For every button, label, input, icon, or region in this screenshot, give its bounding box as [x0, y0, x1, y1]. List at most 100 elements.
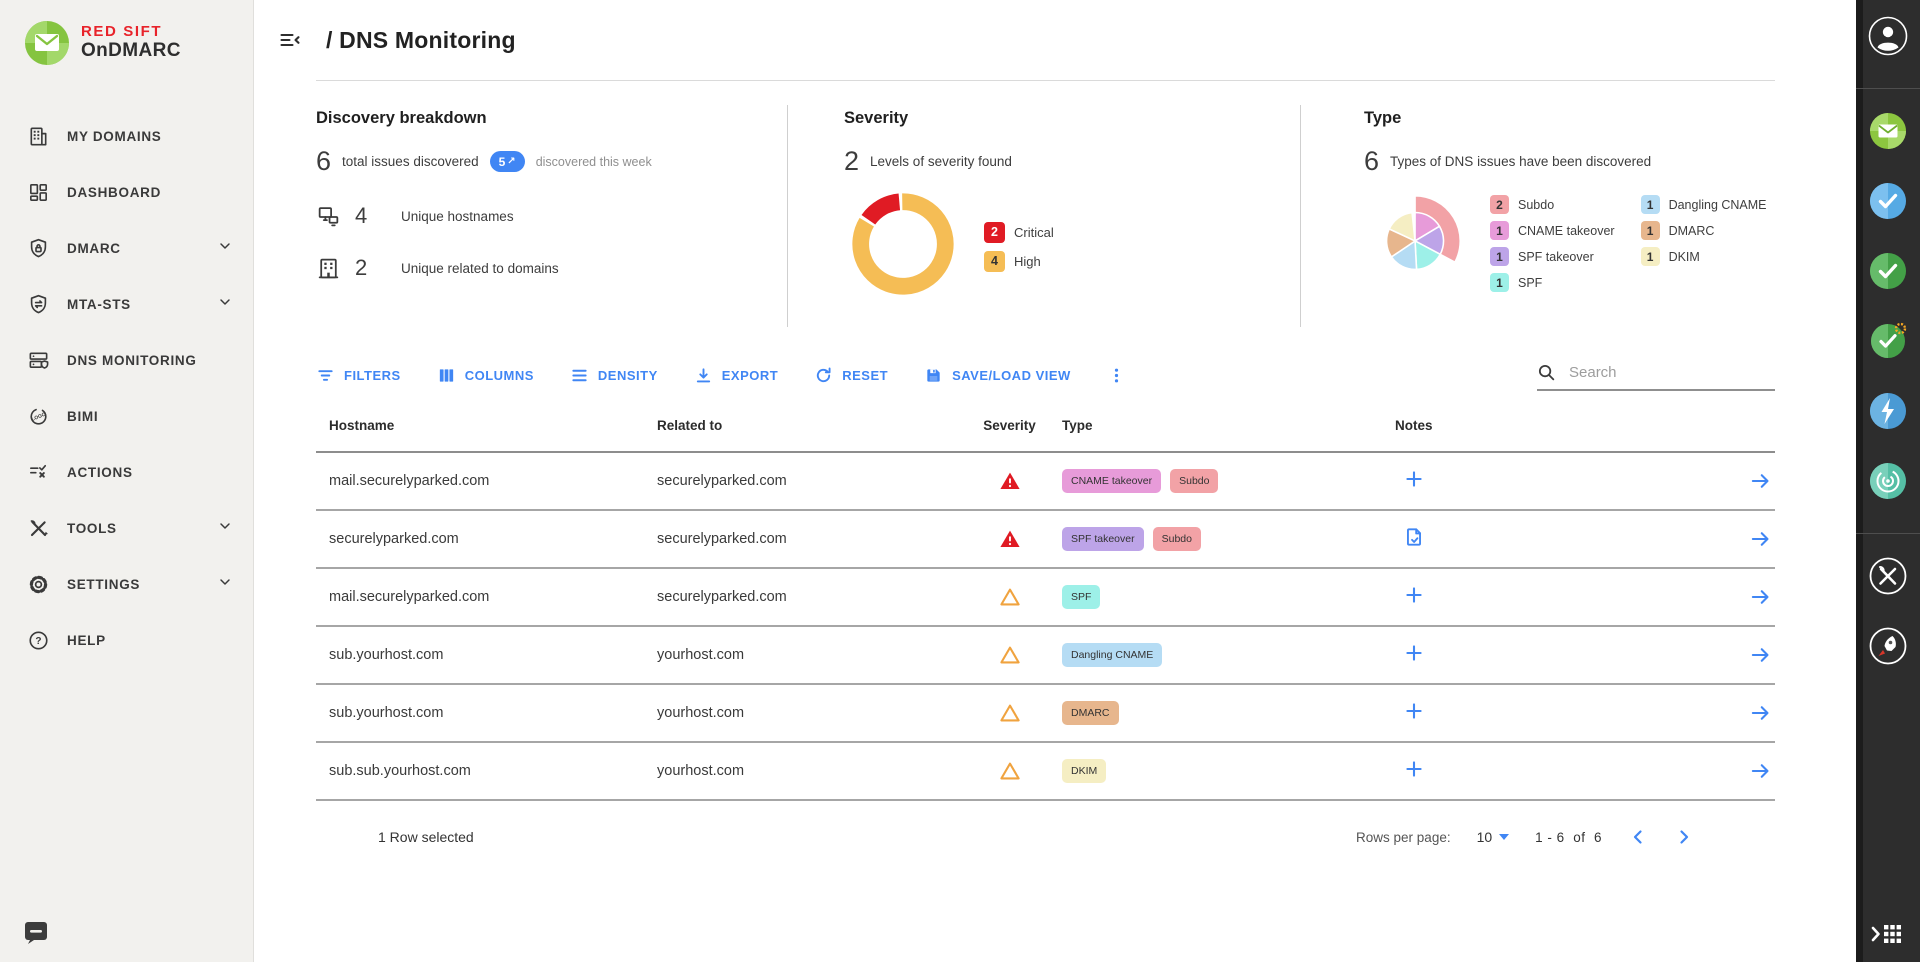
- rows-per-page-select[interactable]: 10: [1477, 829, 1510, 845]
- column-header-type[interactable]: Type: [1062, 418, 1395, 433]
- chevron-down-icon: [1499, 834, 1509, 840]
- table-row[interactable]: mail.securelyparked.comsecurelyparked.co…: [316, 453, 1775, 511]
- table-row[interactable]: securelyparked.comsecurelyparked.comSPF …: [316, 511, 1775, 569]
- sidebar-item-my-domains[interactable]: MY DOMAINS: [0, 108, 253, 164]
- density-button[interactable]: DENSITY: [570, 366, 658, 385]
- collapse-sidebar-icon[interactable]: [278, 28, 302, 52]
- apps-grid-icon[interactable]: [1871, 920, 1905, 948]
- toolbar-button-label: COLUMNS: [465, 368, 534, 383]
- cell-related-to: yourhost.com: [657, 705, 957, 721]
- row-detail-arrow[interactable]: [1749, 470, 1771, 492]
- help-icon: ?: [27, 629, 50, 652]
- type-panel: Type 6 Types of DNS issues have been dis…: [1300, 105, 1775, 327]
- legend-label: High: [1014, 254, 1041, 269]
- app-green-mail-icon[interactable]: [1868, 111, 1908, 151]
- next-page-button[interactable]: [1674, 827, 1694, 847]
- sidebar-item-dns-monitoring[interactable]: DNS MONITORING: [0, 332, 253, 388]
- sidebar-item-label: SETTINGS: [67, 577, 200, 592]
- note-added-button[interactable]: [1403, 526, 1425, 548]
- chat-widget-icon[interactable]: [22, 918, 50, 946]
- row-detail-arrow[interactable]: [1749, 528, 1771, 550]
- type-count: 6: [1364, 146, 1379, 177]
- row-detail-arrow[interactable]: [1749, 586, 1771, 608]
- trend-up-icon: ↗: [507, 156, 515, 167]
- reset-button[interactable]: RESET: [814, 366, 888, 385]
- type-legend-item: 1 CNAME takeover: [1490, 221, 1615, 240]
- export-button[interactable]: EXPORT: [694, 366, 778, 385]
- sidebar-item-label: BIMI: [67, 409, 233, 424]
- filter-icon: [316, 366, 335, 385]
- toolbar-button-label: EXPORT: [722, 368, 778, 383]
- app-blue-flash-icon[interactable]: [1868, 391, 1908, 431]
- more-options-button[interactable]: [1107, 366, 1126, 385]
- density-icon: [570, 366, 589, 385]
- column-header-severity[interactable]: Severity: [957, 418, 1062, 433]
- app-teal-radar-icon[interactable]: [1868, 461, 1908, 501]
- add-note-button[interactable]: [1403, 700, 1425, 722]
- app-tools-circle-icon[interactable]: [1868, 556, 1908, 596]
- add-note-button[interactable]: [1403, 584, 1425, 606]
- app-green-check-gear-icon[interactable]: [1868, 321, 1908, 361]
- dns-monitoring-icon: [27, 349, 50, 372]
- table-row[interactable]: mail.securelyparked.comsecurelyparked.co…: [316, 569, 1775, 627]
- sidebar-item-settings[interactable]: SETTINGS: [0, 556, 253, 612]
- table-row[interactable]: sub.sub.yourhost.comyourhost.comDKIM: [316, 743, 1775, 801]
- previous-page-button[interactable]: [1628, 827, 1648, 847]
- column-header-related-to[interactable]: Related to: [657, 418, 957, 433]
- column-header-hostname[interactable]: Hostname: [316, 418, 657, 433]
- brand-line1: RED SIFT: [81, 24, 181, 41]
- type-legend-item: 1Dangling CNAME: [1641, 195, 1767, 214]
- more-vert-icon: [1107, 366, 1126, 385]
- legend-count-badge: 2: [1490, 195, 1509, 214]
- app-root: RED SIFT OnDMARC MY DOMAINSDASHBOARDDMAR…: [0, 0, 1920, 962]
- add-note-button[interactable]: [1403, 468, 1425, 490]
- dashboard-icon: [27, 181, 50, 204]
- discovery-metric: 4Unique hostnames: [316, 203, 767, 229]
- row-detail-arrow[interactable]: [1749, 644, 1771, 666]
- row-detail-arrow[interactable]: [1749, 760, 1771, 782]
- severity-count: 2: [844, 146, 859, 177]
- type-legend-item: 1SPF takeover: [1490, 247, 1615, 266]
- filters-button[interactable]: FILTERS: [316, 366, 401, 385]
- app-rocket-icon[interactable]: [1868, 626, 1908, 666]
- legend-count-badge: 1: [1641, 247, 1660, 266]
- add-note-button[interactable]: [1403, 758, 1425, 780]
- sidebar-nav: MY DOMAINSDASHBOARDDMARCMTA-STSDNS MONIT…: [0, 108, 253, 668]
- cell-notes: [1395, 642, 1735, 668]
- save-load-view-button[interactable]: SAVE/LOAD VIEW: [924, 366, 1071, 385]
- table-row[interactable]: sub.yourhost.comyourhost.comDMARC: [316, 685, 1775, 743]
- legend-count-badge: 1: [1490, 221, 1509, 240]
- column-header-notes[interactable]: Notes: [1395, 418, 1735, 433]
- sidebar-item-bimi[interactable]: LOGO BIMI: [0, 388, 253, 444]
- pagination-range: 1 - 6 of 6: [1535, 830, 1602, 845]
- bimi-logo-icon: LOGO: [27, 405, 50, 428]
- domains-building-icon: [316, 256, 341, 281]
- table-row[interactable]: sub.yourhost.comyourhost.comDangling CNA…: [316, 627, 1775, 685]
- export-icon: [694, 366, 713, 385]
- search-input[interactable]: [1567, 363, 1775, 382]
- severity-legend: 2Critical4High: [984, 222, 1054, 272]
- main-content: / DNS Monitoring Discovery breakdown 6 t…: [254, 0, 1856, 962]
- table-toolbar: FILTERS COLUMNS DENSITY EXPORT RESET SAVE/LOA…: [316, 363, 1775, 391]
- app-blue-check-icon[interactable]: [1868, 181, 1908, 221]
- add-note-button[interactable]: [1403, 642, 1425, 664]
- row-detail-arrow[interactable]: [1749, 702, 1771, 724]
- sidebar-item-dashboard[interactable]: DASHBOARD: [0, 164, 253, 220]
- legend-label: CNAME takeover: [1518, 224, 1615, 238]
- sidebar-item-dmarc[interactable]: DMARC: [0, 220, 253, 276]
- type-chip: DKIM: [1062, 759, 1106, 783]
- sidebar-item-tools[interactable]: TOOLS: [0, 500, 253, 556]
- toolbar-button-label: SAVE/LOAD VIEW: [952, 368, 1071, 383]
- columns-button[interactable]: COLUMNS: [437, 366, 534, 385]
- legend-label: SPF: [1518, 276, 1542, 290]
- app-green-check-icon[interactable]: [1868, 251, 1908, 291]
- sidebar-item-help[interactable]: ? HELP: [0, 612, 253, 668]
- cell-severity: [957, 760, 1062, 782]
- cell-notes: [1395, 700, 1735, 726]
- sidebar-item-label: HELP: [67, 633, 233, 648]
- account-icon[interactable]: [1868, 16, 1908, 56]
- severity-donut-chart: [844, 185, 962, 308]
- type-rose-chart: [1364, 185, 1472, 298]
- sidebar-item-mta-sts[interactable]: MTA-STS: [0, 276, 253, 332]
- sidebar-item-actions[interactable]: ACTIONS: [0, 444, 253, 500]
